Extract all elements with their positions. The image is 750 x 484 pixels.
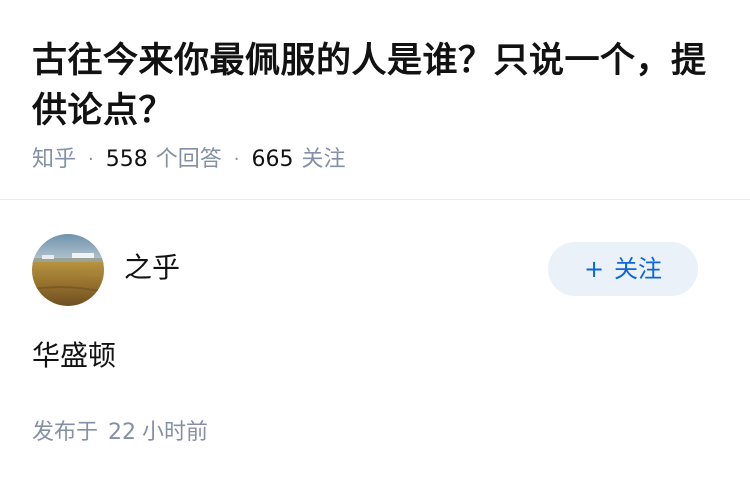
answer-author-row: 之乎 + 关注 xyxy=(32,234,718,306)
source-label[interactable]: 知乎 xyxy=(32,146,76,174)
follower-label: 关注 xyxy=(301,147,346,172)
question-meta: 知乎 · 558 个回答 · 665 关注 xyxy=(32,146,346,174)
follower-count: 665 xyxy=(251,147,294,172)
question-title[interactable]: 古往今来你最佩服的人是谁？只说一个，提供论点？ xyxy=(32,36,732,136)
answer-content[interactable]: 华盛顿 xyxy=(32,336,116,376)
meta-separator: · xyxy=(88,149,94,170)
publish-time: 发布于 22 小时前 xyxy=(32,418,208,448)
avatar-landscape-image xyxy=(32,234,104,306)
author-name[interactable]: 之乎 xyxy=(124,250,180,286)
question-header: 古往今来你最佩服的人是谁？只说一个，提供论点？ 知乎 · 558 个回答 · 6… xyxy=(0,0,750,200)
plus-icon: + xyxy=(583,255,605,283)
publish-unit: 小时前 xyxy=(142,420,209,445)
meta-separator: · xyxy=(233,149,240,170)
avatar[interactable] xyxy=(32,234,104,306)
answer-count: 558 xyxy=(105,147,148,172)
answer-count-label: 个回答 xyxy=(155,147,222,172)
publish-hours: 22 xyxy=(108,420,137,445)
follow-button-label: 关注 xyxy=(614,255,663,283)
publish-prefix: 发布于 xyxy=(32,420,99,445)
follow-button[interactable]: + 关注 xyxy=(548,242,698,296)
